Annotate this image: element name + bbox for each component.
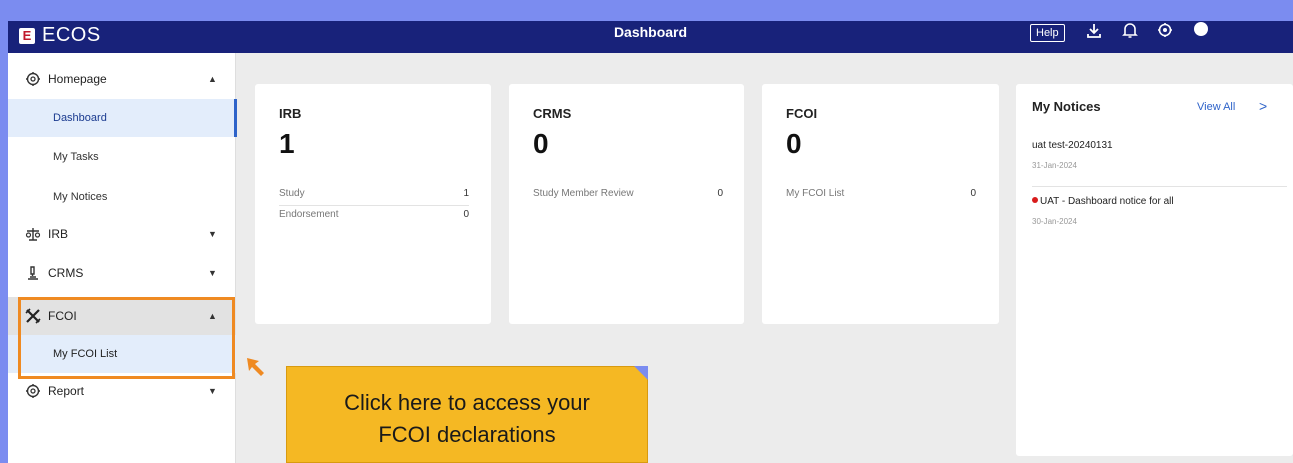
sidebar-group-label: CRMS: [48, 266, 84, 280]
sidebar-group-label: IRB: [48, 227, 69, 241]
chevron-up-icon: ▲: [208, 311, 217, 321]
fcoi-card[interactable]: FCOI 0 My FCOI List 0: [762, 84, 999, 324]
logo-mark: E: [19, 27, 35, 44]
notice-date: 30-Jan-2024: [1032, 217, 1077, 226]
bell-icon[interactable]: [1120, 21, 1140, 41]
sidebar-group-irb[interactable]: IRB ▼: [8, 215, 236, 253]
divider: [1032, 186, 1287, 187]
chevron-down-icon: ▼: [208, 268, 217, 278]
sidebar-group-crms[interactable]: CRMS ▼: [8, 254, 236, 292]
sidebar-item-label: My FCOI List: [53, 348, 118, 360]
callout-text: Click here to access your FCOI declarati…: [287, 387, 647, 451]
sidebar-group-label: FCOI: [48, 309, 77, 323]
view-all-link[interactable]: View All: [1197, 101, 1235, 113]
sidebar: Homepage ▲ Dashboard My Tasks My Notices…: [8, 53, 237, 463]
sidebar-item-label: Dashboard: [53, 112, 107, 124]
user-avatar-icon[interactable]: [1190, 21, 1210, 41]
notice-item[interactable]: uat test-20240131 31-Jan-2024: [1032, 140, 1287, 170]
card-count: 0: [786, 128, 802, 159]
notice-item[interactable]: UAT - Dashboard notice for all 30-Jan-20…: [1032, 196, 1287, 226]
card-row[interactable]: My FCOI List 0: [786, 188, 976, 206]
sidebar-group-report[interactable]: Report ▼: [8, 372, 236, 410]
gear-icon[interactable]: [1155, 21, 1175, 41]
app-logo[interactable]: E ECOS: [19, 24, 101, 47]
sidebar-item-label: My Notices: [53, 191, 108, 203]
card-count: 0: [533, 128, 549, 159]
notice-title-text: UAT - Dashboard notice for all: [1040, 196, 1174, 207]
card-row[interactable]: Study 1: [279, 188, 469, 206]
crms-card[interactable]: CRMS 0 Study Member Review 0: [509, 84, 744, 324]
card-row-label: Study Member Review: [533, 188, 634, 199]
notices-panel: My Notices View All > uat test-20240131 …: [1016, 84, 1293, 456]
instruction-callout: Click here to access your FCOI declarati…: [286, 366, 648, 463]
card-row-value: 0: [717, 188, 723, 199]
card-row-value: 1: [463, 188, 469, 199]
card-row-label: My FCOI List: [786, 188, 845, 199]
sidebar-item-my-notices[interactable]: My Notices: [8, 178, 236, 216]
scale-icon: [25, 226, 41, 242]
app-window: E ECOS Dashboard Help Homepage ▲ Dashboa…: [8, 21, 1293, 463]
callout-line-1: Click here to access your: [344, 390, 590, 415]
unread-dot-icon: [1032, 197, 1038, 203]
top-bar: E ECOS Dashboard Help: [8, 21, 1293, 53]
sidebar-item-label: My Tasks: [53, 151, 99, 163]
card-title: CRMS: [533, 106, 572, 121]
download-icon[interactable]: [1084, 21, 1104, 41]
sidebar-item-my-fcoi-list[interactable]: My FCOI List: [8, 335, 236, 373]
callout-fold: [634, 366, 648, 380]
card-row-value: 0: [463, 209, 469, 220]
card-title: IRB: [279, 106, 302, 121]
notice-date: 31-Jan-2024: [1032, 161, 1077, 170]
card-row-label: Endorsement: [279, 209, 339, 220]
arrow-pointer-icon: [247, 358, 264, 376]
app-name: ECOS: [42, 24, 101, 46]
card-row[interactable]: Endorsement 0: [279, 209, 469, 227]
chevron-right-icon[interactable]: >: [1259, 98, 1267, 114]
callout-line-2: FCOI declarations: [378, 422, 556, 447]
tools-icon: [25, 308, 41, 324]
notice-title: uat test-20240131: [1032, 140, 1113, 151]
sidebar-group-homepage[interactable]: Homepage ▲: [8, 60, 236, 98]
notice-title: UAT - Dashboard notice for all: [1032, 196, 1287, 207]
gear-icon: [25, 383, 41, 399]
irb-card[interactable]: IRB 1 Study 1 Endorsement 0: [255, 84, 491, 324]
sidebar-item-my-tasks[interactable]: My Tasks: [8, 138, 236, 176]
card-title: FCOI: [786, 106, 818, 121]
card-row-label: Study: [279, 188, 305, 199]
sidebar-item-dashboard[interactable]: Dashboard: [8, 99, 237, 137]
sidebar-group-label: Report: [48, 384, 85, 398]
card-row-value: 0: [970, 188, 976, 199]
chevron-up-icon: ▲: [208, 74, 217, 84]
sidebar-group-fcoi[interactable]: FCOI ▲: [8, 297, 236, 335]
card-row[interactable]: Study Member Review 0: [533, 188, 723, 206]
gear-icon: [25, 71, 41, 87]
microscope-icon: [25, 265, 41, 281]
help-button[interactable]: Help: [1030, 24, 1065, 42]
notices-title: My Notices: [1032, 99, 1101, 114]
chevron-down-icon: ▼: [208, 229, 217, 239]
sidebar-group-label: Homepage: [48, 72, 107, 86]
card-count: 1: [279, 128, 295, 159]
chevron-down-icon: ▼: [208, 386, 217, 396]
